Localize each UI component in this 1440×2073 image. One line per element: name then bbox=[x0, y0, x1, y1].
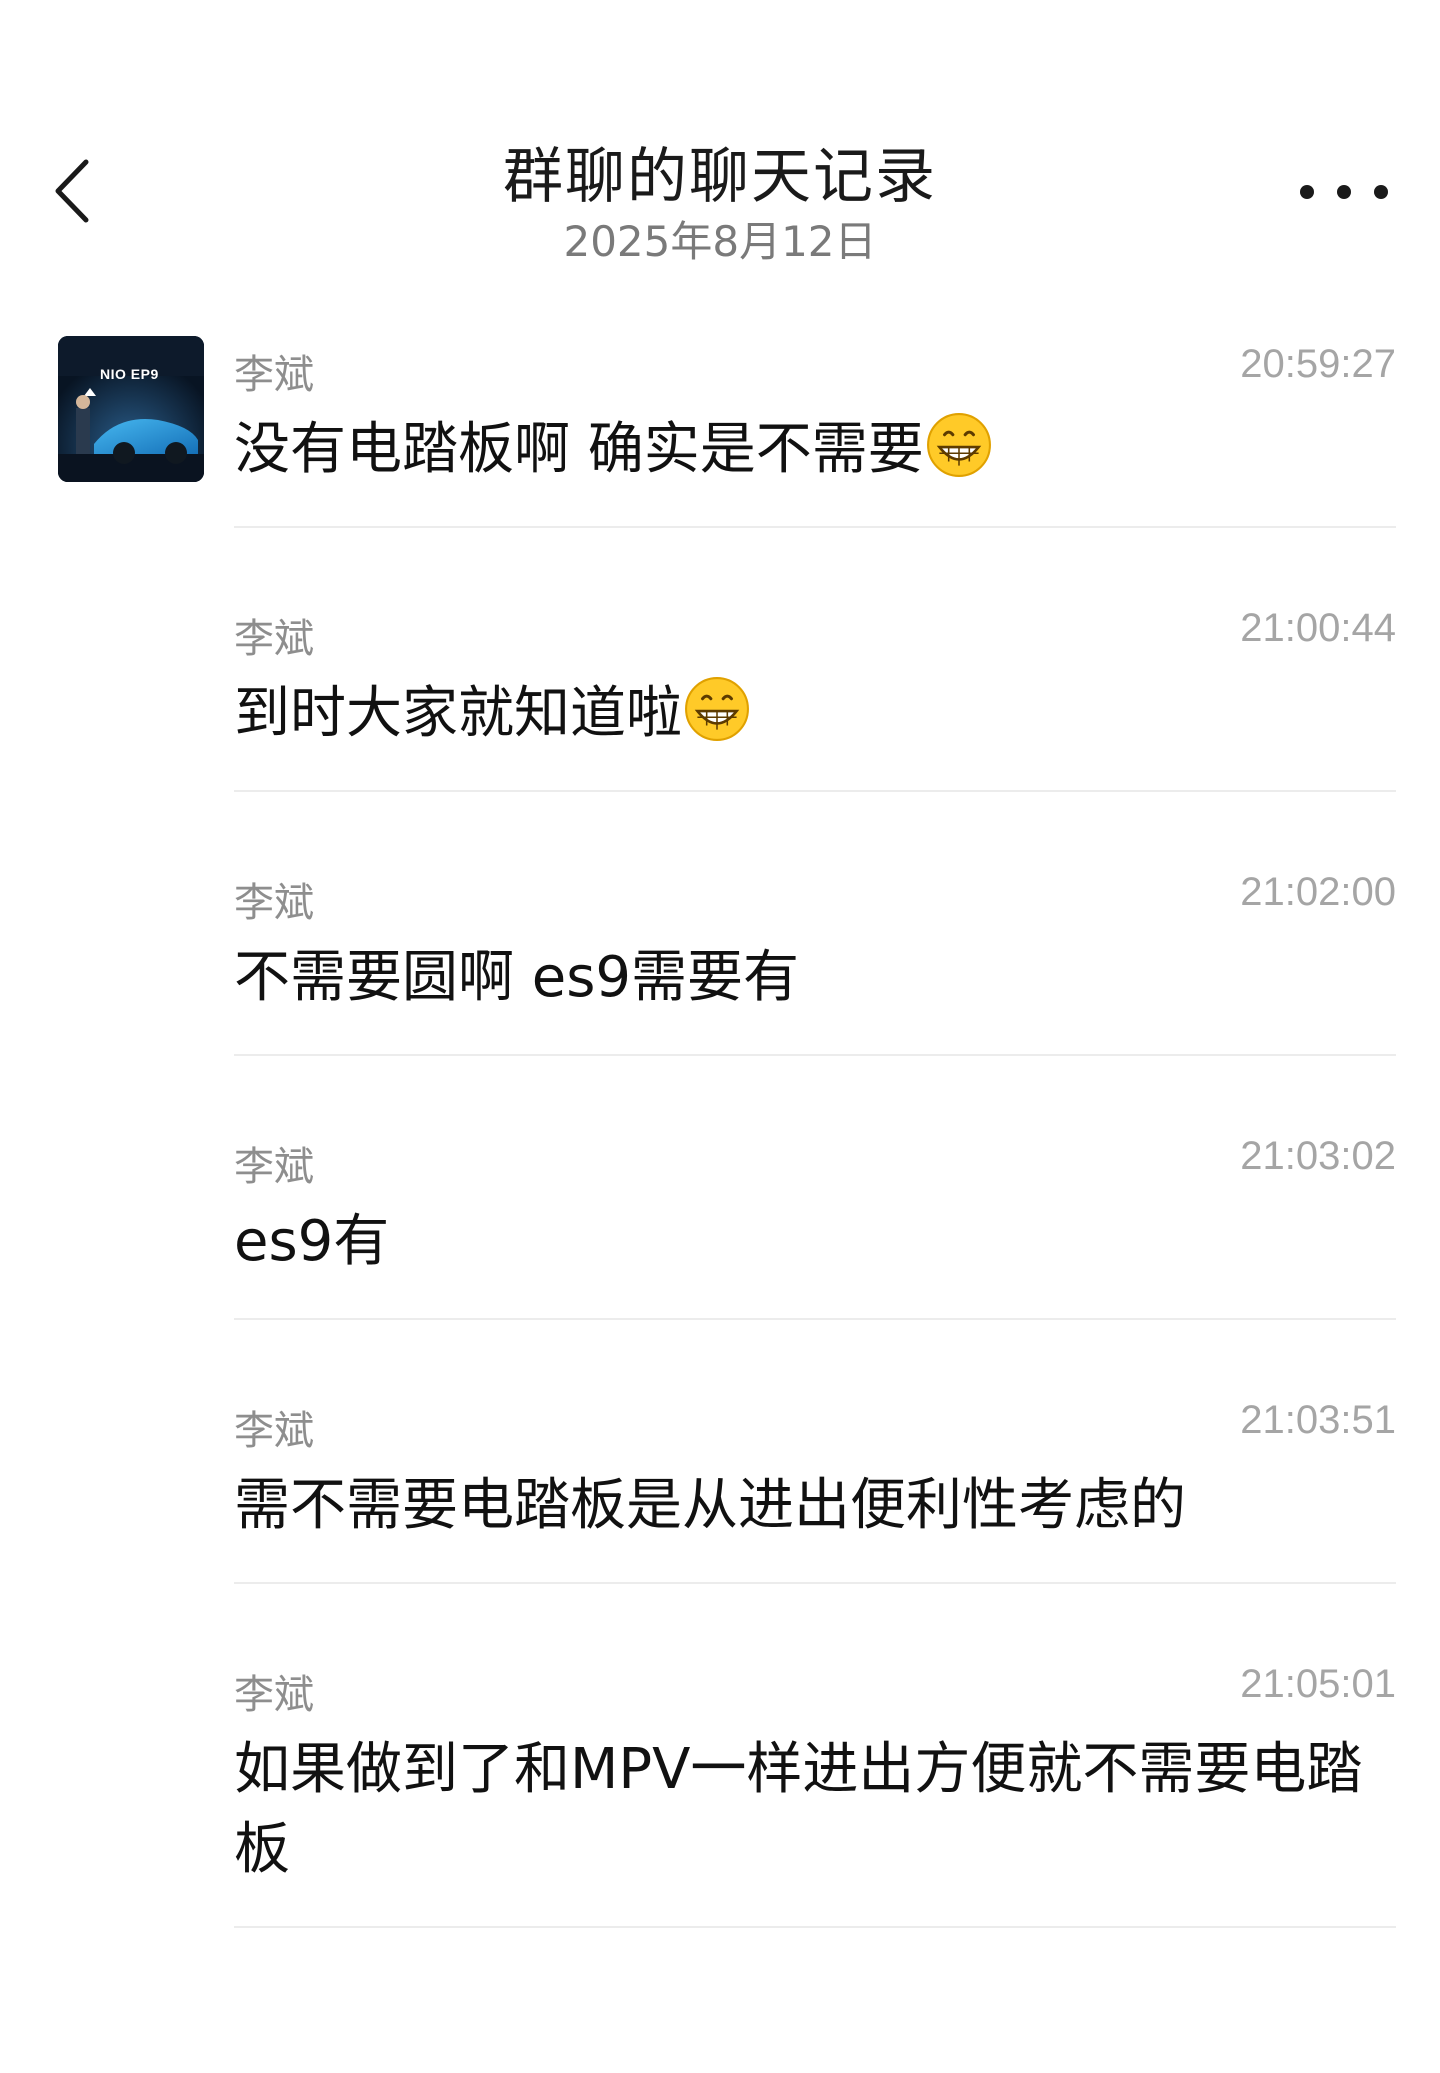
sender-name: 李斌 bbox=[234, 616, 314, 662]
sender-name: 李斌 bbox=[234, 1672, 314, 1718]
message-time: 20:59:27 bbox=[1240, 342, 1396, 386]
sender-name: 李斌 bbox=[234, 1144, 314, 1190]
message-time: 21:03:51 bbox=[1240, 1398, 1396, 1442]
list-item: 李斌 21:00:44 到时大家就知道啦 bbox=[234, 528, 1396, 792]
avatar-car-image bbox=[58, 336, 204, 482]
message-text: 没有电踏板啊 确实是不需要 bbox=[234, 410, 1364, 490]
message-text-content: 没有电踏板啊 确实是不需要 bbox=[234, 417, 924, 482]
page-title: 群聊的聊天记录 bbox=[503, 142, 937, 212]
message-text: 如果做到了和MPV一样进出方便就不需要电踏板 bbox=[234, 1737, 1363, 1882]
chat-date: 2025年8月12日 bbox=[563, 217, 877, 266]
message-text-content: 到时大家就知道啦 bbox=[234, 681, 682, 746]
message-text: es9有 bbox=[234, 1209, 390, 1274]
more-dot bbox=[1337, 185, 1351, 199]
list-item: 李斌 21:02:00 不需要圆啊 es9需要有 bbox=[234, 792, 1396, 1056]
list-item: 李斌 21:05:01 如果做到了和MPV一样进出方便就不需要电踏板 bbox=[234, 1584, 1396, 1928]
grinning-face-emoji bbox=[926, 413, 991, 477]
more-options-button[interactable] bbox=[1300, 168, 1388, 216]
message-text: 不需要圆啊 es9需要有 bbox=[234, 945, 800, 1010]
message-time: 21:00:44 bbox=[1240, 606, 1396, 650]
grinning-face-emoji bbox=[685, 677, 749, 741]
chat-record-header: 群聊的聊天记录 2025年8月12日 bbox=[0, 0, 1440, 300]
message-text: 到时大家就知道啦 bbox=[234, 674, 1364, 754]
message-list: 李斌 20:59:27 没有电踏板啊 确实是不需要 李斌 21:00:44 到时… bbox=[234, 328, 1396, 1928]
sender-name: 李斌 bbox=[234, 880, 314, 926]
sender-name: 李斌 bbox=[234, 352, 314, 398]
avatar[interactable]: NIO EP9 bbox=[58, 336, 204, 482]
message-time: 21:03:02 bbox=[1240, 1134, 1396, 1178]
list-item: 李斌 20:59:27 没有电踏板啊 确实是不需要 bbox=[234, 328, 1396, 528]
more-dot bbox=[1300, 185, 1314, 199]
avatar-logo-text: NIO EP9 bbox=[100, 366, 159, 382]
list-item: 李斌 21:03:51 需不需要电踏板是从进出便利性考虑的 bbox=[234, 1320, 1396, 1584]
message-time: 21:05:01 bbox=[1240, 1662, 1396, 1706]
message-text: 需不需要电踏板是从进出便利性考虑的 bbox=[234, 1473, 1186, 1538]
list-item: 李斌 21:03:02 es9有 bbox=[234, 1056, 1396, 1320]
sender-name: 李斌 bbox=[234, 1408, 314, 1454]
message-time: 21:02:00 bbox=[1240, 870, 1396, 914]
more-dot bbox=[1374, 185, 1388, 199]
